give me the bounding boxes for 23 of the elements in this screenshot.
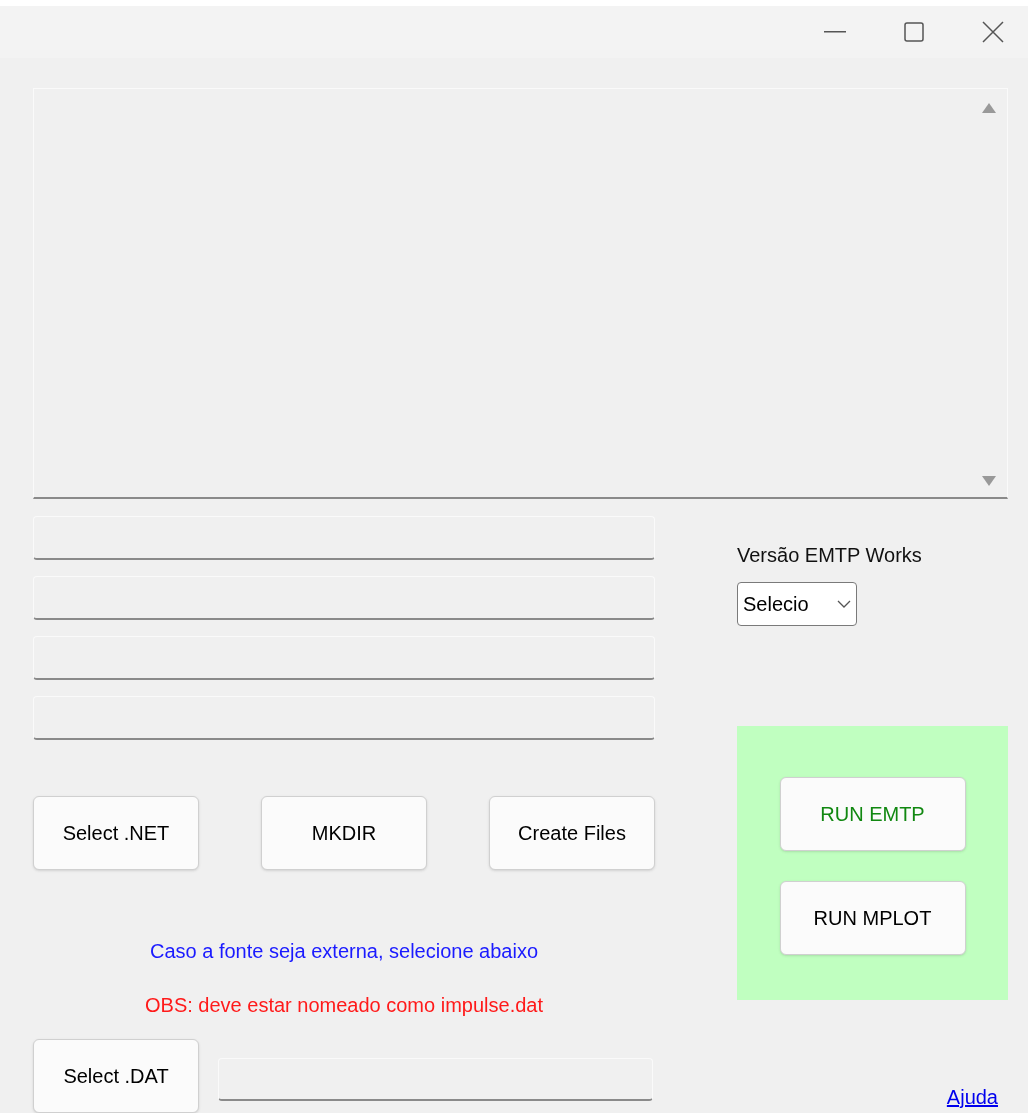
- text-field[interactable]: [218, 1058, 653, 1101]
- text-field[interactable]: [33, 516, 655, 560]
- dropdown-value: Selecio: [743, 592, 809, 617]
- note-text: OBS: deve estar nomeado como impulse.dat: [145, 993, 543, 1018]
- text-field[interactable]: [33, 696, 655, 740]
- version-dropdown[interactable]: Selecio: [737, 582, 857, 626]
- text-field[interactable]: [33, 576, 655, 620]
- scroll-up-icon[interactable]: [981, 101, 997, 114]
- minimize-icon[interactable]: [824, 30, 846, 33]
- version-label: Versão EMTP Works: [737, 543, 923, 568]
- button[interactable]: RUN MPLOT: [779, 881, 966, 955]
- scroll-down-icon[interactable]: [981, 475, 997, 487]
- maximize-icon[interactable]: [904, 21, 924, 42]
- close-icon[interactable]: [982, 20, 1004, 43]
- help-link[interactable]: Ajuda: [946, 1082, 998, 1112]
- button[interactable]: Select .DAT: [33, 1039, 199, 1113]
- button[interactable]: Select .NET: [33, 796, 199, 870]
- text-field[interactable]: [33, 636, 655, 680]
- chevron-down-icon: [837, 599, 851, 609]
- button[interactable]: MKDIR: [261, 796, 427, 870]
- button[interactable]: RUN EMTP: [779, 777, 966, 851]
- note-text: Caso a fonte seja externa, selecione abaixo: [150, 939, 538, 964]
- button[interactable]: Create Files: [489, 796, 655, 870]
